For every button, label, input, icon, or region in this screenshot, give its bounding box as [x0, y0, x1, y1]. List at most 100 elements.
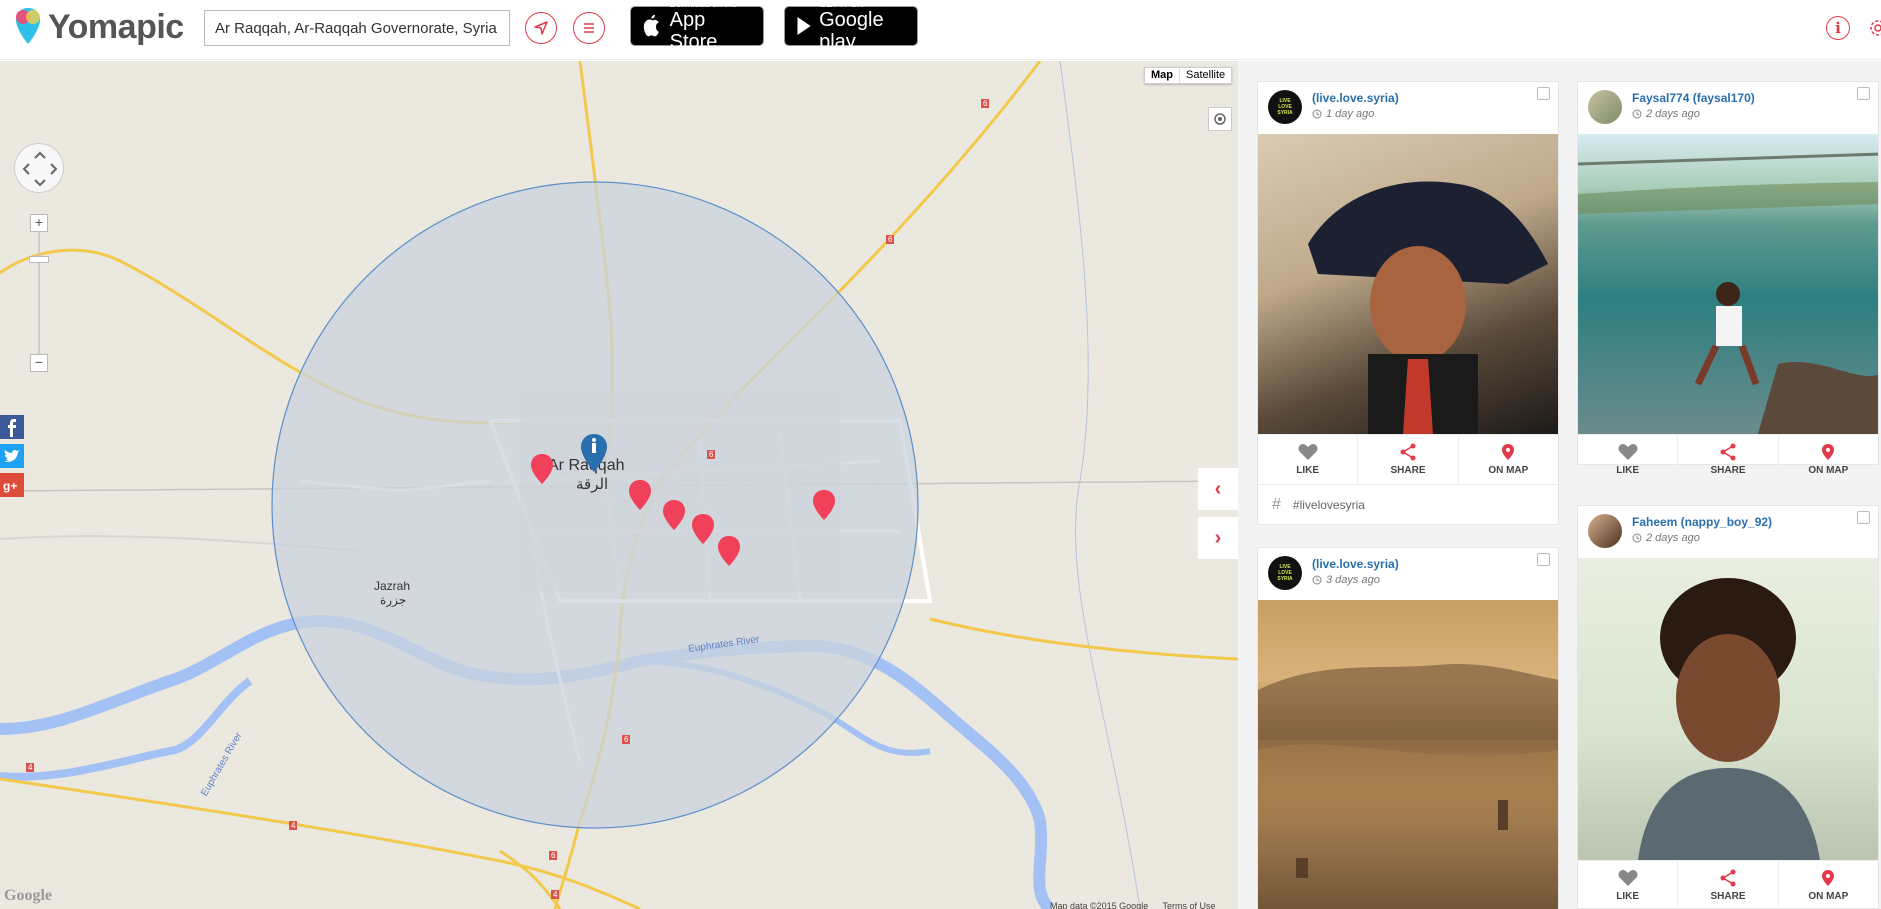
road-shield: 4 [289, 821, 298, 830]
previous-arrow-button[interactable]: ‹ [1198, 468, 1238, 510]
app-store-button[interactable]: Download on the App Store [630, 0, 764, 53]
avatar[interactable] [1588, 514, 1622, 548]
map-data-credit: Map data ©2015 Google [1050, 901, 1149, 909]
photo-marker-icon[interactable] [812, 489, 836, 521]
hashtag-icon: # [1272, 495, 1281, 513]
avatar[interactable]: LIVE LOVE SYRIA [1268, 556, 1302, 590]
terms-of-use-link[interactable]: Terms of Use [1163, 901, 1216, 909]
map-type-satellite-button[interactable]: Satellite [1180, 68, 1231, 83]
avatar[interactable]: LIVE LOVE SYRIA [1268, 90, 1302, 124]
photo-marker-icon[interactable] [530, 453, 554, 485]
username-link[interactable]: Faheem (nappy_boy_92) [1632, 515, 1772, 529]
share-label: SHARE [1390, 465, 1426, 476]
instagram-icon[interactable] [1537, 553, 1550, 566]
road-shield: 6 [549, 851, 558, 860]
post-time: 1 day ago [1312, 108, 1374, 120]
card-header: Faysal774 (faysal170) 2 days ago [1578, 82, 1878, 134]
share-button[interactable]: SHARE [1678, 861, 1779, 909]
zoom-slider-thumb[interactable] [29, 256, 49, 263]
zoom-out-button[interactable]: − [30, 354, 48, 372]
twitter-share-button[interactable] [0, 444, 24, 468]
hashtag-text[interactable]: #livelovesyria [1293, 498, 1365, 512]
username-link[interactable]: (live.love.syria) [1312, 91, 1399, 105]
post-time-text: 2 days ago [1646, 108, 1700, 120]
photo-feed[interactable]: LIVE LOVE SYRIA (live.love.syria) 1 day … [1238, 61, 1881, 909]
map-view[interactable]: 6 6 6 6 6 4 4 4 Ar Raqqah الرقة Jazrah ج… [0, 61, 1238, 909]
yomapic-app: Yomapic Download on the App Store [0, 0, 1881, 909]
post-time: 2 days ago [1632, 108, 1700, 120]
share-icon [1400, 443, 1416, 461]
gear-icon[interactable] [1866, 16, 1881, 40]
map-pin-icon [1502, 444, 1515, 460]
city-label-arabic: الرقة [576, 476, 609, 493]
clock-icon [1312, 575, 1322, 585]
google-plus-share-button[interactable]: g+ [0, 473, 24, 497]
on-map-label: ON MAP [1808, 891, 1849, 902]
on-map-button[interactable]: ON MAP [1779, 861, 1878, 909]
my-location-button[interactable] [1208, 107, 1232, 131]
share-button[interactable]: SHARE [1358, 435, 1459, 484]
on-map-button[interactable]: ON MAP [1779, 435, 1878, 484]
jazrah-label-arabic: جزرة [380, 593, 407, 607]
map-type-toggle: Map Satellite [1144, 67, 1233, 84]
location-search-input[interactable] [204, 10, 510, 46]
avatar[interactable] [1588, 90, 1622, 124]
menu-button[interactable] [573, 12, 605, 44]
next-arrow-button[interactable]: › [1198, 517, 1238, 559]
river-bridge-photo [1578, 152, 1878, 434]
pan-arrows-icon [22, 151, 58, 187]
heart-icon [1298, 444, 1318, 460]
photo-marker-icon[interactable] [717, 535, 741, 567]
card-header: LIVE LOVE SYRIA (live.love.syria) 1 day … [1258, 82, 1558, 134]
portrait-photo [1638, 578, 1820, 860]
desert-landscape-photo [1258, 664, 1558, 878]
pan-control[interactable] [14, 143, 64, 193]
photo-marker-icon[interactable] [628, 479, 652, 511]
app-store-large-label: App Store [669, 9, 718, 53]
center-location-pin-icon[interactable] [580, 433, 608, 473]
card-actions: LIKE SHARE ON MAP [1578, 434, 1878, 484]
like-button[interactable]: LIKE [1258, 435, 1359, 484]
photo-card: LIVE LOVE SYRIA (live.love.syria) 1 day … [1257, 81, 1559, 525]
photo-image[interactable] [1258, 600, 1558, 909]
photo-image[interactable] [1578, 558, 1878, 860]
google-play-button[interactable]: GET IT ON Google play [784, 0, 918, 53]
instagram-icon[interactable] [1537, 87, 1550, 100]
like-label: LIKE [1616, 891, 1640, 902]
logo[interactable]: Yomapic [14, 4, 184, 50]
like-button[interactable]: LIKE [1578, 435, 1679, 484]
road-shield: 4 [551, 890, 560, 899]
photo-image[interactable] [1578, 134, 1878, 434]
zoom-in-button[interactable]: + [30, 214, 48, 232]
facebook-share-button[interactable] [0, 415, 24, 439]
logo-pin-icon [16, 8, 40, 44]
list-menu-icon [584, 23, 594, 33]
post-time-text: 1 day ago [1326, 108, 1375, 120]
target-icon [1214, 113, 1226, 125]
post-time-text: 3 days ago [1326, 574, 1380, 586]
share-label: SHARE [1710, 465, 1746, 476]
post-time: 3 days ago [1312, 574, 1380, 586]
username-link[interactable]: (live.love.syria) [1312, 557, 1399, 571]
locate-me-button[interactable] [525, 12, 557, 44]
username-link[interactable]: Faysal774 (faysal170) [1632, 91, 1755, 105]
photo-marker-icon[interactable] [691, 513, 715, 545]
map-type-map-button[interactable]: Map [1145, 68, 1180, 83]
photo-marker-icon[interactable] [662, 499, 686, 531]
twitter-icon [4, 449, 20, 462]
road-shield: 4 [26, 763, 35, 772]
on-map-button[interactable]: ON MAP [1459, 435, 1558, 484]
instagram-icon[interactable] [1857, 87, 1870, 100]
like-button[interactable]: LIKE [1578, 861, 1679, 909]
avatar-text: LIVE LOVE SYRIA [1277, 98, 1293, 116]
clock-icon [1312, 109, 1322, 119]
photo-image[interactable] [1258, 134, 1558, 434]
share-button[interactable]: SHARE [1678, 435, 1779, 484]
zoom-slider-track[interactable] [38, 223, 40, 363]
map-attribution: Map data ©2015 Google Terms of Use [1050, 901, 1228, 909]
map-pin-icon [1822, 444, 1835, 460]
info-icon[interactable]: i [1826, 16, 1850, 40]
instagram-icon[interactable] [1857, 511, 1870, 524]
clock-icon [1632, 109, 1642, 119]
photo-card: Faysal774 (faysal170) 2 days ago LIKE SH… [1577, 81, 1879, 484]
